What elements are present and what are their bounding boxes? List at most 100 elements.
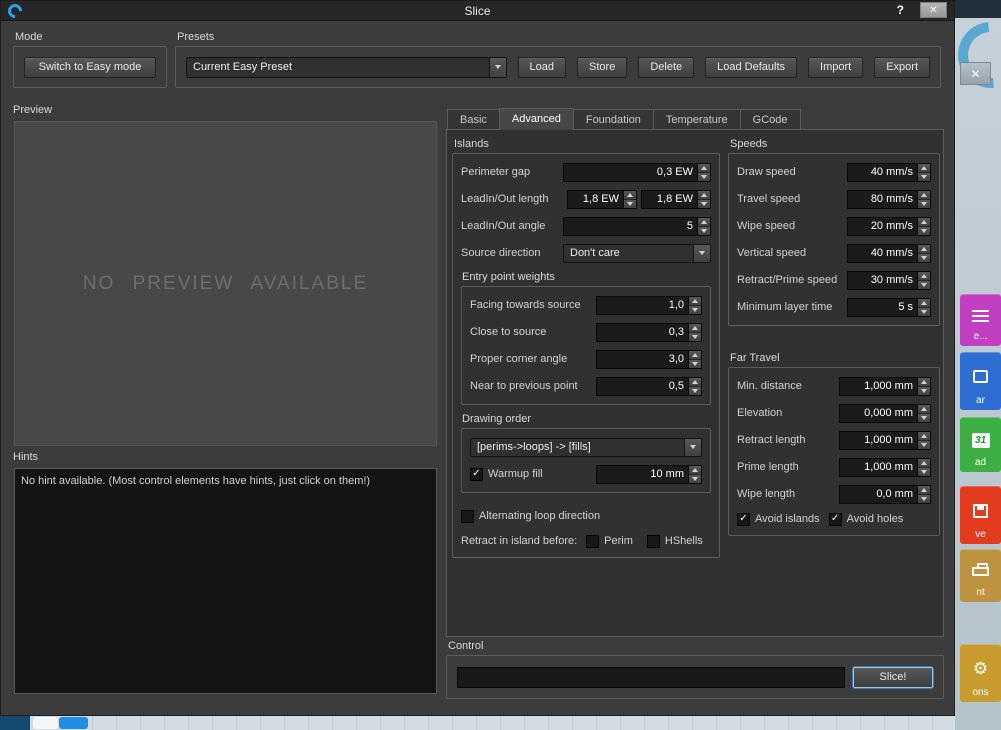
help-button[interactable]: ? [897,3,904,17]
spin-down-button[interactable] [918,387,930,395]
switch-to-easy-mode-button[interactable]: Switch to Easy mode [24,57,156,78]
minimum-layer-time-value[interactable]: 5 s [848,299,917,316]
spin-down-button[interactable] [624,200,636,208]
retract-prime-speed-spinbox[interactable]: 30 mm/s [847,271,931,290]
close-button[interactable]: ✕ [920,2,947,18]
spin-up-button[interactable] [918,164,930,173]
bottom-bar-blue-button[interactable] [59,717,88,729]
export-button[interactable]: Export [874,57,930,78]
warmup-fill-value[interactable]: 10 mm [597,466,688,483]
spin-up-button[interactable] [918,486,930,495]
proper-corner-angle-spinbox[interactable]: 3,0 [596,350,702,369]
min-distance-spinbox[interactable]: 1,000 mm [839,377,931,396]
slice-button[interactable]: Slice! [853,667,933,688]
minimum-layer-time-spinbox[interactable]: 5 s [847,298,931,317]
source-direction-combobox[interactable]: Don't care [563,244,711,263]
bottom-bar-white-button[interactable] [33,717,58,729]
close-to-source-value[interactable]: 0,3 [597,324,688,341]
wipe-speed-spinbox[interactable]: 20 mm/s [847,217,931,236]
wipe-length-value[interactable]: 0,0 mm [840,486,917,503]
prime-length-spinbox[interactable]: 1,000 mm [839,458,931,477]
sidebar-item-save[interactable]: ve [960,486,1001,544]
leadinout-length-spinbox-2[interactable]: 1,8 EW [641,190,711,209]
spin-down-button[interactable] [918,227,930,235]
sidebar-item-load[interactable]: 31 ad [960,417,1001,472]
spin-down-button[interactable] [918,281,930,289]
spin-up-button[interactable] [918,218,930,227]
elevation-value[interactable]: 0,000 mm [840,405,917,422]
spin-up-button[interactable] [698,191,710,200]
close-to-source-spinbox[interactable]: 0,3 [596,323,702,342]
avoid-islands-checkbox[interactable] [737,513,750,526]
spin-down-button[interactable] [918,441,930,449]
spin-down-button[interactable] [689,333,701,341]
spin-up-button[interactable] [918,459,930,468]
spin-down-button[interactable] [918,495,930,503]
spin-down-button[interactable] [698,227,710,235]
spin-up-button[interactable] [918,378,930,387]
spin-up-button[interactable] [689,324,701,333]
spin-down-button[interactable] [918,254,930,262]
leadinout-length-value-1[interactable]: 1,8 EW [568,191,623,208]
vertical-speed-spinbox[interactable]: 40 mm/s [847,244,931,263]
facing-towards-source-value[interactable]: 1,0 [597,297,688,314]
spin-up-button[interactable] [689,378,701,387]
sidebar-item-clear[interactable]: ar [960,352,1001,410]
tab-temperature[interactable]: Temperature [653,109,741,129]
preset-combobox[interactable]: Current Easy Preset [186,57,507,78]
spin-up-button[interactable] [918,245,930,254]
prime-length-value[interactable]: 1,000 mm [840,459,917,476]
spin-up-button[interactable] [689,466,701,475]
spin-down-button[interactable] [918,308,930,316]
avoid-holes-checkbox[interactable] [829,513,842,526]
load-button[interactable]: Load [518,57,566,78]
wipe-length-spinbox[interactable]: 0,0 mm [839,485,931,504]
spin-up-button[interactable] [918,405,930,414]
retract-length-spinbox[interactable]: 1,000 mm [839,431,931,450]
draw-speed-value[interactable]: 40 mm/s [848,164,917,181]
elevation-spinbox[interactable]: 0,000 mm [839,404,931,423]
spin-down-button[interactable] [689,360,701,368]
load-defaults-button[interactable]: Load Defaults [705,57,797,78]
store-button[interactable]: Store [577,57,627,78]
tab-gcode[interactable]: GCode [740,109,801,129]
alternating-loop-direction-checkbox[interactable] [461,510,474,523]
perimeter-gap-value[interactable]: 0,3 EW [564,164,697,181]
min-distance-value[interactable]: 1,000 mm [840,378,917,395]
drawing-order-combobox[interactable]: [perims->loops] -> [fills] [470,438,702,457]
spin-up-button[interactable] [698,164,710,173]
leadinout-angle-spinbox[interactable]: 5 [563,217,711,236]
leadinout-length-value-2[interactable]: 1,8 EW [642,191,697,208]
leadinout-length-spinbox-1[interactable]: 1,8 EW [567,190,637,209]
chevron-down-icon[interactable] [693,245,710,262]
spin-down-button[interactable] [918,173,930,181]
wipe-speed-value[interactable]: 20 mm/s [848,218,917,235]
chevron-down-icon[interactable] [489,58,506,77]
spin-down-button[interactable] [918,468,930,476]
sidebar-item-options[interactable]: ⚙ ons [960,644,1001,702]
sidebar-item-slice[interactable]: e... [960,294,1001,346]
spin-up-button[interactable] [918,191,930,200]
perimeter-gap-spinbox[interactable]: 0,3 EW [563,163,711,182]
facing-towards-source-spinbox[interactable]: 1,0 [596,296,702,315]
spin-down-button[interactable] [698,200,710,208]
spin-up-button[interactable] [918,432,930,441]
spin-down-button[interactable] [689,387,701,395]
spin-up-button[interactable] [689,351,701,360]
warmup-fill-checkbox[interactable] [470,468,483,481]
spin-up-button[interactable] [624,191,636,200]
retract-length-value[interactable]: 1,000 mm [840,432,917,449]
retract-perim-checkbox[interactable] [586,535,599,548]
retract-prime-speed-value[interactable]: 30 mm/s [848,272,917,289]
spin-down-button[interactable] [689,306,701,314]
sidebar-item-print[interactable]: nt [960,549,1001,602]
vertical-speed-value[interactable]: 40 mm/s [848,245,917,262]
delete-button[interactable]: Delete [638,57,694,78]
spin-down-button[interactable] [689,475,701,483]
draw-speed-spinbox[interactable]: 40 mm/s [847,163,931,182]
tab-foundation[interactable]: Foundation [573,109,654,129]
near-to-previous-point-spinbox[interactable]: 0,5 [596,377,702,396]
import-button[interactable]: Import [808,57,863,78]
background-close-button[interactable]: ✕ [960,62,991,85]
chevron-down-icon[interactable] [684,439,701,456]
